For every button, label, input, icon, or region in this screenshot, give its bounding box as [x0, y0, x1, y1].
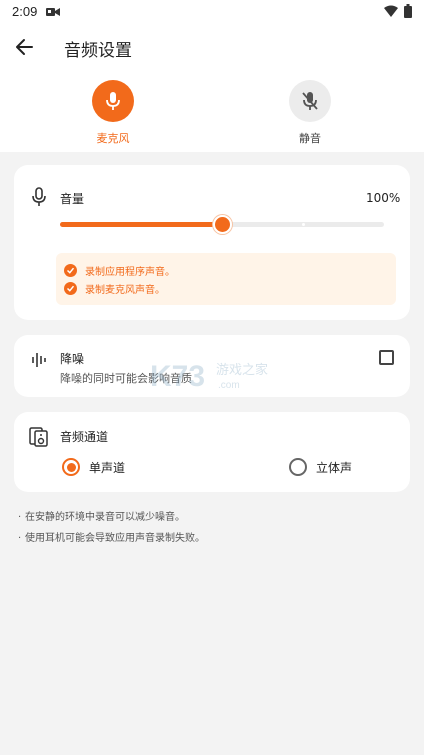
battery-icon — [404, 4, 412, 18]
audio-channel-card: 音频通道 单声道 立体声 — [14, 412, 410, 492]
notice-text: 录制应用程序声音。 — [85, 266, 175, 278]
mode-microphone-label: 麦克风 — [96, 132, 130, 145]
mode-mute-circle — [289, 80, 331, 122]
channel-stereo-option[interactable]: 立体声 — [289, 458, 352, 476]
check-circle-icon — [64, 263, 77, 277]
channel-mono-label: 单声道 — [89, 460, 126, 475]
speaker-icon — [29, 427, 48, 447]
notice-item: 录制麦克风声音。 — [64, 281, 165, 296]
page-title: 音频设置 — [64, 41, 132, 61]
volume-card: 音量 100% 录制应用程序声音。 录制麦克风声音。 — [14, 165, 410, 320]
watermark-brand: K73 — [150, 360, 205, 393]
mode-microphone-circle — [92, 80, 134, 122]
volume-label: 音量 — [60, 192, 85, 206]
check-circle-icon — [64, 281, 77, 295]
volume-slider-thumb[interactable] — [213, 215, 232, 234]
tip-item: · 使用耳机可能会导致应用声音录制失败。 — [18, 533, 205, 544]
mode-mute-label: 静音 — [299, 132, 321, 145]
tip-text: 使用耳机可能会导致应用声音录制失败。 — [25, 533, 205, 544]
recording-notice: 录制应用程序声音。 录制麦克风声音。 — [56, 253, 396, 305]
k73-watermark-logo: K73 游戏之家 .com — [150, 358, 280, 398]
noise-reduction-checkbox[interactable] — [379, 350, 394, 365]
status-bar: 2:09 — [0, 0, 424, 24]
volume-slider-tick — [302, 223, 305, 226]
video-camera-icon — [46, 8, 60, 16]
watermark-domain: .com — [218, 380, 240, 391]
status-time: 2:09 — [12, 4, 38, 19]
mic-outline-icon — [32, 187, 46, 206]
mic-off-icon — [302, 92, 318, 110]
radio-unselected-icon[interactable] — [289, 458, 307, 476]
volume-slider-fill — [60, 222, 222, 227]
notice-item: 录制应用程序声音。 — [64, 263, 175, 278]
tip-text: 在安静的环境中录音可以减少噪音。 — [25, 512, 185, 523]
mode-mute[interactable]: 静音 — [265, 80, 355, 146]
notice-text: 录制麦克风声音。 — [85, 284, 165, 296]
app-bar: 音频设置 — [0, 26, 424, 66]
mic-icon — [106, 92, 120, 110]
channel-stereo-label: 立体声 — [316, 460, 353, 475]
back-arrow-icon[interactable] — [12, 34, 38, 60]
radio-selected-icon[interactable] — [62, 458, 80, 476]
channel-mono-option[interactable]: 单声道 — [62, 458, 125, 476]
mode-microphone[interactable]: 麦克风 — [68, 80, 158, 146]
volume-value: 100% — [366, 191, 401, 205]
noise-reduction-label: 降噪 — [60, 352, 85, 366]
tip-item: · 在安静的环境中录音可以减少噪音。 — [18, 512, 185, 523]
audio-channel-label: 音频通道 — [60, 430, 109, 444]
waveform-icon — [32, 353, 46, 367]
wifi-icon — [384, 5, 398, 17]
watermark-cn: 游戏之家 — [216, 362, 268, 378]
